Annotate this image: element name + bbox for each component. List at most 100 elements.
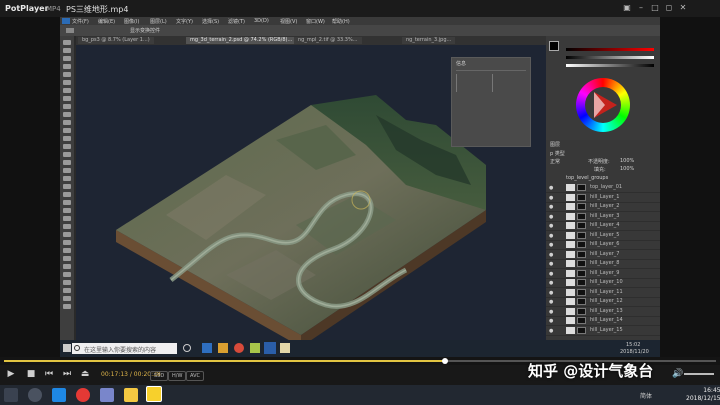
eject-icon[interactable]: ⏏: [80, 369, 90, 379]
color-slider-r[interactable]: [566, 48, 654, 51]
layer-row[interactable]: ● hill_Layer_4: [546, 221, 660, 231]
ps-menu-item[interactable]: 滤镜(T): [228, 18, 245, 25]
ps-tool-icon[interactable]: [63, 264, 71, 269]
layer-mask-thumbnail[interactable]: [577, 193, 586, 201]
ps-tool-icon[interactable]: [63, 168, 71, 173]
ps-tool-icon[interactable]: [63, 280, 71, 285]
layer-row[interactable]: ● hill_Layer_5: [546, 231, 660, 241]
layer-row[interactable]: ● hill_Layer_3: [546, 212, 660, 222]
ps-tool-icon[interactable]: [63, 288, 71, 293]
info-panel[interactable]: 信息: [451, 57, 531, 147]
ps-tool-icon[interactable]: [63, 184, 71, 189]
visibility-eye-icon[interactable]: ●: [549, 309, 553, 315]
layer-mask-thumbnail[interactable]: [577, 298, 586, 305]
avc-button[interactable]: AVC: [186, 371, 205, 381]
layer-mask-thumbnail[interactable]: [577, 288, 586, 296]
visibility-eye-icon[interactable]: ●: [549, 299, 553, 305]
ps-tool-icon[interactable]: [63, 216, 71, 221]
windows-start-icon[interactable]: [63, 344, 71, 352]
ps-tool-icon[interactable]: [63, 240, 71, 245]
ps-tool-icon[interactable]: [63, 88, 71, 93]
ps-menu-item[interactable]: 视图(V): [280, 18, 297, 25]
visibility-eye-icon[interactable]: ●: [549, 328, 553, 334]
prev-icon[interactable]: ⏮: [44, 369, 54, 379]
ps-tool-icon[interactable]: [63, 208, 71, 213]
minimize-icon[interactable]: –: [636, 3, 646, 13]
photoshop-taskbar-icon[interactable]: [264, 342, 276, 354]
document-tab[interactable]: bg_ps3 @ 8.7% (Layer 1...): [78, 37, 154, 44]
ps-menu-item[interactable]: 选择(S): [202, 18, 219, 25]
ps-menu-item[interactable]: 3D(D): [254, 18, 269, 24]
layer-mask-thumbnail[interactable]: [577, 269, 586, 277]
visibility-eye-icon[interactable]: ●: [549, 195, 553, 201]
folder-icon[interactable]: [124, 388, 138, 402]
layers-kind-filter[interactable]: p 类型: [550, 150, 565, 157]
layer-row[interactable]: ● top_layer_01: [546, 183, 660, 193]
ps-tool-icon[interactable]: [63, 96, 71, 101]
potplayer-taskbar-icon[interactable]: [146, 386, 162, 402]
foreground-swatch[interactable]: [549, 41, 559, 51]
visibility-eye-icon[interactable]: ●: [549, 223, 553, 229]
edge-icon[interactable]: [202, 343, 212, 353]
layer-row[interactable]: ● hill_Layer_7: [546, 250, 660, 260]
ps-tool-icon[interactable]: [63, 200, 71, 205]
blend-mode-select[interactable]: 正常: [550, 158, 560, 165]
layer-row[interactable]: ● hill_Layer_14: [546, 316, 660, 326]
layer-mask-thumbnail[interactable]: [577, 307, 586, 315]
close-icon[interactable]: ✕: [678, 3, 688, 13]
layer-group-name[interactable]: top_level_groups: [566, 175, 608, 181]
pin-icon[interactable]: ▣: [622, 3, 632, 13]
layer-mask-thumbnail[interactable]: [577, 317, 586, 324]
chrome-icon[interactable]: [76, 388, 90, 402]
ps-tool-icon[interactable]: [63, 224, 71, 229]
ps-menu-item[interactable]: 窗口(W): [306, 18, 325, 25]
ie-icon[interactable]: [52, 388, 66, 402]
ps-tool-icon[interactable]: [63, 80, 71, 85]
layer-row[interactable]: ● hill_Layer_11: [546, 288, 660, 298]
inner-search-box[interactable]: 在这里输入你要搜索的内容: [72, 343, 177, 354]
ps-tool-icon[interactable]: [63, 136, 71, 141]
notes-icon[interactable]: [280, 343, 290, 353]
layer-row[interactable]: ● hill_Layer_2: [546, 202, 660, 212]
color-slider-g[interactable]: [566, 56, 654, 59]
visibility-eye-icon[interactable]: ●: [549, 214, 553, 220]
volume-icon[interactable]: 🔊: [672, 369, 683, 379]
cortana-icon[interactable]: [183, 344, 191, 352]
stop-icon[interactable]: ■: [26, 369, 36, 379]
ps-tool-icon[interactable]: [63, 144, 71, 149]
ps-tool-icon[interactable]: [63, 256, 71, 261]
hw-button[interactable]: H/W: [168, 371, 187, 381]
opacity-value[interactable]: 100%: [620, 158, 634, 164]
visibility-eye-icon[interactable]: ●: [549, 280, 553, 286]
play-icon[interactable]: ▶: [6, 369, 16, 379]
fullscreen-icon[interactable]: ◻: [664, 3, 674, 13]
layer-row[interactable]: ● hill_Layer_9: [546, 269, 660, 279]
document-tab[interactable]: mg_3d_terrain_2.psd @ 74.2% (RGB/8)...: [186, 37, 297, 44]
windows-start-icon[interactable]: [4, 388, 18, 402]
ps-tool-icon[interactable]: [63, 48, 71, 53]
ps-menu-item[interactable]: 文件(F): [72, 18, 89, 25]
ps-tool-icon[interactable]: [63, 104, 71, 109]
layer-mask-thumbnail[interactable]: [577, 326, 586, 334]
visibility-eye-icon[interactable]: ●: [549, 318, 553, 324]
layer-mask-thumbnail[interactable]: [577, 203, 586, 210]
app-icon[interactable]: [100, 388, 114, 402]
layer-mask-thumbnail[interactable]: [577, 260, 586, 267]
ps-menu-item[interactable]: 图层(L): [150, 18, 167, 25]
visibility-eye-icon[interactable]: ●: [549, 204, 553, 210]
volume-slider[interactable]: [684, 373, 714, 375]
layer-mask-thumbnail[interactable]: [577, 241, 586, 248]
ps-menu-item[interactable]: 图像(I): [124, 18, 139, 25]
ps-tool-icon[interactable]: [63, 296, 71, 301]
show-transform-label[interactable]: 显示变换控件: [130, 27, 160, 34]
ps-tool-icon[interactable]: [63, 64, 71, 69]
fill-value[interactable]: 100%: [620, 166, 634, 172]
ps-menu-item[interactable]: 文字(Y): [176, 18, 193, 25]
explorer-icon[interactable]: [218, 343, 228, 353]
layer-row[interactable]: ● hill_Layer_13: [546, 307, 660, 317]
layer-row[interactable]: ● hill_Layer_12: [546, 297, 660, 307]
ps-tool-icon[interactable]: [63, 192, 71, 197]
layer-mask-thumbnail[interactable]: [577, 231, 586, 239]
next-icon[interactable]: ⏭: [62, 369, 72, 379]
layer-row[interactable]: ● hill_Layer_8: [546, 259, 660, 269]
